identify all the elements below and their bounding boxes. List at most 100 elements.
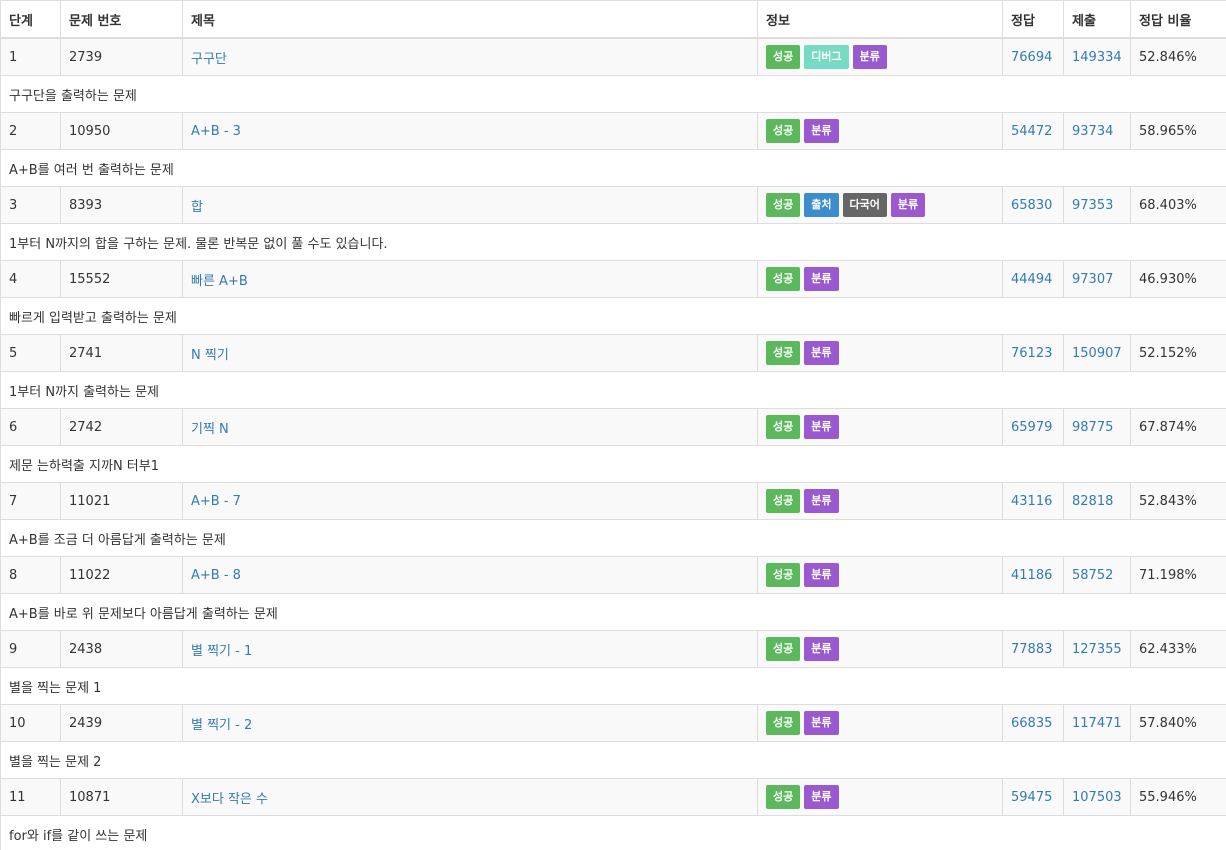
accept-ratio-cell: 55.946%	[1130, 778, 1226, 816]
accept-ratio-cell: 67.874%	[1130, 408, 1226, 446]
source-badge[interactable]: 출처	[804, 193, 839, 217]
submission-count-link[interactable]: 93734	[1072, 124, 1113, 139]
success-badge[interactable]: 성공	[766, 415, 801, 439]
success-badge[interactable]: 성공	[766, 711, 801, 735]
accepted-count-link[interactable]: 66835	[1011, 716, 1052, 731]
accept-ratio: 67.874%	[1139, 419, 1197, 435]
submission-count-link[interactable]: 97307	[1072, 272, 1113, 287]
accepted-count-link[interactable]: 41186	[1011, 568, 1052, 583]
success-badge[interactable]: 성공	[766, 637, 801, 661]
description-cell: A+B를 바로 위 문제보다 아름답게 출력하는 문제	[0, 593, 1226, 631]
badge-group: 성공 분류	[766, 119, 994, 143]
accept-ratio-cell: 52.843%	[1130, 482, 1226, 520]
accepted-count-link[interactable]: 76694	[1011, 50, 1052, 65]
problem-number-cell: 11021	[60, 482, 183, 520]
submission-count-link[interactable]: 150907	[1072, 346, 1122, 361]
accepted-count-link-cell: 76123	[1002, 334, 1064, 372]
problem-description: 별을 찍는 문제 1	[9, 680, 102, 696]
accepted-count-link[interactable]: 54472	[1011, 124, 1052, 139]
info-cell: 성공 분류	[757, 260, 1003, 298]
problem-table-body: 1 2739 구구단 성공 디버그 분류 76694 149334 52.846% 구구단을 출력…	[0, 37, 1226, 850]
problem-title-link[interactable]: 빠른 A+B	[191, 274, 248, 289]
submission-count-link[interactable]: 97353	[1072, 198, 1113, 213]
accepted-count-link[interactable]: 44494	[1011, 272, 1052, 287]
info-cell: 성공 출처 다국어 분류	[757, 186, 1003, 224]
success-badge[interactable]: 성공	[766, 45, 801, 69]
description-row: 제문 는하력출 지까N 터부1	[0, 445, 1226, 483]
accept-ratio-cell: 52.152%	[1130, 334, 1226, 372]
problem-title-link-cell: 별 찍기 - 2	[182, 704, 758, 742]
problem-title-link[interactable]: 구구단	[191, 52, 227, 67]
submission-count-link[interactable]: 98775	[1072, 420, 1113, 435]
category-badge[interactable]: 분류	[804, 267, 839, 291]
description-cell: 제문 는하력출 지까N 터부1	[0, 445, 1226, 483]
category-badge[interactable]: 분류	[852, 45, 887, 69]
problem-title-link[interactable]: A+B - 7	[191, 494, 241, 509]
submission-count-link[interactable]: 107503	[1072, 790, 1122, 805]
problem-title-link-cell: A+B - 7	[182, 482, 758, 520]
problem-title-link[interactable]: 합	[191, 200, 203, 215]
problem-number-cell: 2742	[60, 408, 183, 446]
submission-count-link-cell: 93734	[1063, 112, 1131, 150]
accepted-count-link[interactable]: 77883	[1011, 642, 1052, 657]
problem-title-link[interactable]: 별 찍기 - 2	[191, 718, 252, 733]
table-row: 3 8393 합 성공 출처 다국어 분류 65830 97353 68.403%	[0, 186, 1226, 224]
accepted-count-link[interactable]: 43116	[1011, 494, 1052, 509]
problem-title-link[interactable]: X보다 작은 수	[191, 792, 268, 807]
problem-title-link[interactable]: 별 찍기 - 1	[191, 644, 252, 659]
success-badge[interactable]: 성공	[766, 341, 801, 365]
accept-ratio: 52.843%	[1139, 493, 1197, 509]
problem-number-cell: 10950	[60, 112, 183, 150]
success-badge[interactable]: 성공	[766, 119, 801, 143]
success-badge[interactable]: 성공	[766, 193, 801, 217]
category-badge[interactable]: 분류	[804, 415, 839, 439]
table-row: 9 2438 별 찍기 - 1 성공 분류 77883 127355 62.433%	[0, 630, 1226, 668]
success-badge[interactable]: 성공	[766, 489, 801, 513]
problem-number: 15552	[69, 271, 111, 287]
category-badge[interactable]: 분류	[890, 193, 926, 217]
table-row: 7 11021 A+B - 7 성공 분류 43116 82818 52.843%	[0, 482, 1226, 520]
debug-badge[interactable]: 디버그	[804, 45, 849, 69]
info-cell: 성공 분류	[757, 556, 1003, 594]
accepted-count-link[interactable]: 76123	[1011, 346, 1052, 361]
success-badge[interactable]: 성공	[766, 267, 801, 291]
accepted-count-link-cell: 77883	[1002, 630, 1064, 668]
header-accepted: 정답	[1002, 0, 1064, 39]
badge-group: 성공 분류	[766, 637, 994, 661]
problem-description: 1부터 N까지 출력하는 문제	[9, 384, 159, 400]
category-badge[interactable]: 분류	[804, 119, 839, 143]
step-number: 1	[9, 49, 18, 65]
submission-count-link-cell: 97307	[1063, 260, 1131, 298]
submission-count-link[interactable]: 58752	[1072, 568, 1113, 583]
category-badge[interactable]: 분류	[804, 489, 839, 513]
problem-title-link[interactable]: A+B - 3	[191, 124, 241, 139]
success-badge[interactable]: 성공	[766, 563, 801, 587]
submission-count-link[interactable]: 149334	[1072, 50, 1122, 65]
problem-title-link[interactable]: 기찍 N	[191, 422, 229, 437]
submission-count-link[interactable]: 82818	[1072, 494, 1113, 509]
step-number-cell: 9	[0, 630, 61, 668]
step-number: 10	[9, 715, 26, 731]
description-cell: A+B를 조금 더 아름답게 출력하는 문제	[0, 519, 1226, 557]
category-badge[interactable]: 분류	[804, 637, 839, 661]
accept-ratio-cell: 52.846%	[1130, 37, 1226, 76]
problem-description: 제문 는하력출 지까N 터부1	[9, 458, 159, 474]
success-badge[interactable]: 성공	[766, 785, 801, 809]
problem-description: for와 if를 같이 쓰는 문제	[9, 828, 148, 844]
problem-number: 11021	[69, 493, 111, 509]
accepted-count-link[interactable]: 59475	[1011, 790, 1052, 805]
accepted-count-link[interactable]: 65830	[1011, 198, 1052, 213]
step-number: 7	[9, 493, 18, 509]
accepted-count-link[interactable]: 65979	[1011, 420, 1052, 435]
submission-count-link[interactable]: 127355	[1072, 642, 1122, 657]
problem-title-link[interactable]: A+B - 8	[191, 568, 241, 583]
submission-count-link[interactable]: 117471	[1072, 716, 1122, 731]
category-badge[interactable]: 분류	[804, 341, 839, 365]
description-cell: 빠르게 입력받고 출력하는 문제	[0, 297, 1226, 335]
problem-title-link[interactable]: N 찍기	[191, 348, 229, 363]
description-row: A+B를 여러 번 출력하는 문제	[0, 149, 1226, 187]
category-badge[interactable]: 분류	[804, 785, 839, 809]
category-badge[interactable]: 분류	[804, 711, 839, 735]
category-badge[interactable]: 분류	[804, 563, 839, 587]
multilang-badge[interactable]: 다국어	[842, 193, 887, 217]
